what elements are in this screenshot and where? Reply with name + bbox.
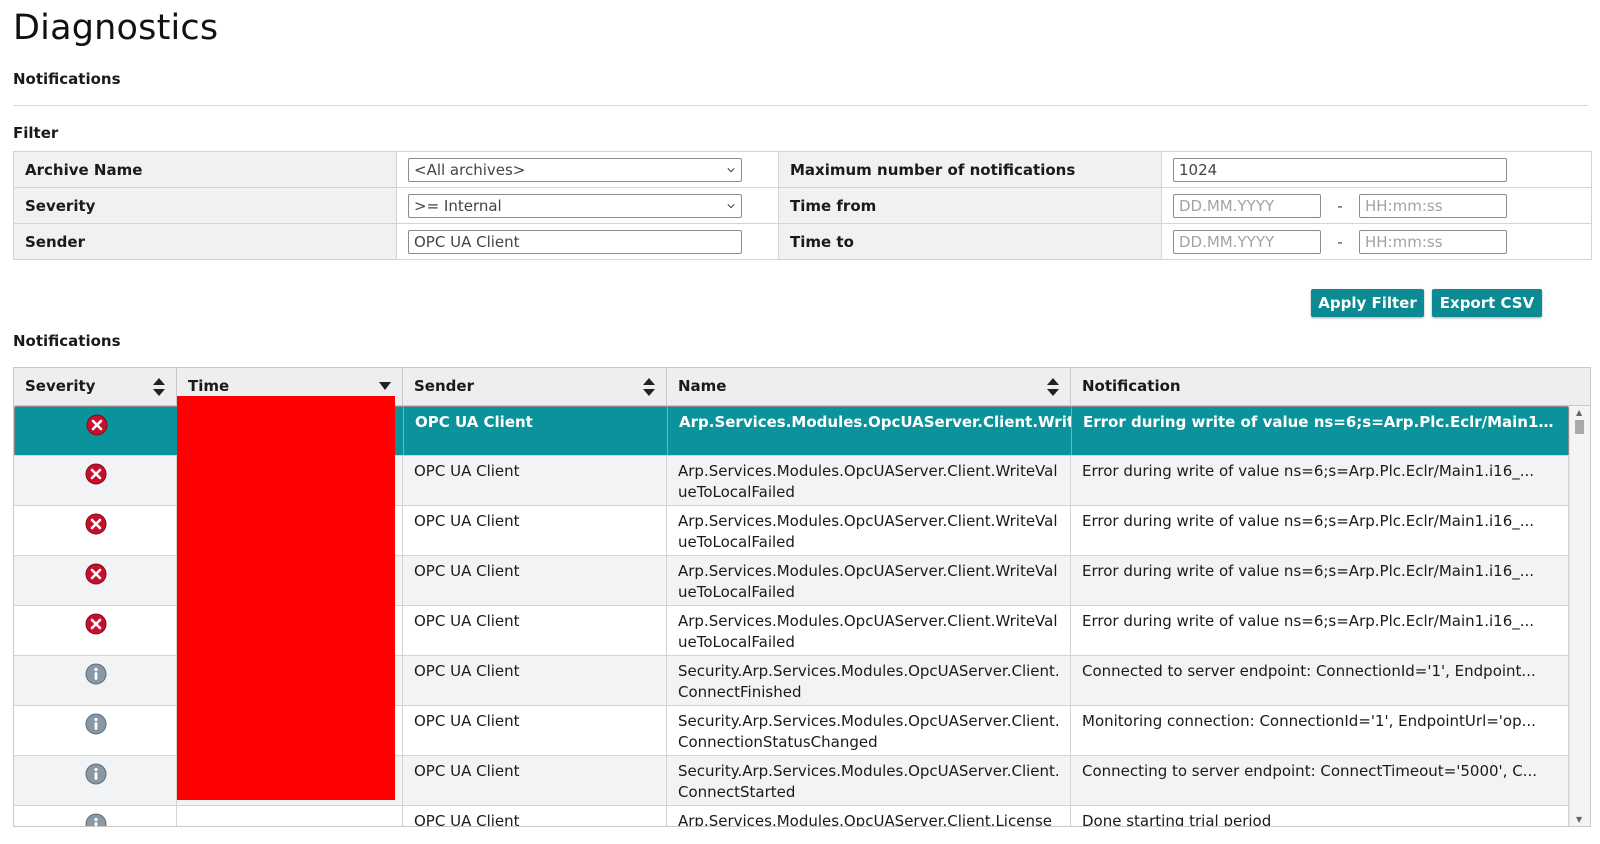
sender-cell: OPC UA Client [403,706,667,755]
notification-cell: Done starting trial period [1071,806,1569,826]
apply-filter-button[interactable]: Apply Filter [1311,289,1424,317]
column-header-label: Notification [1082,377,1181,395]
time-from-date-input[interactable]: DD.MM.YYYY [1173,193,1321,218]
notification-cell: Error during write of value ns=6;s=Arp.P… [1071,506,1569,555]
severity-label: Severity [13,187,397,224]
info-icon [85,713,107,735]
error-icon [86,414,108,436]
notification-cell: Error during write of value ns=6;s=Arp.P… [1071,456,1569,505]
max-notifications-input[interactable]: 1024 [1173,157,1507,182]
divider [13,105,1588,106]
severity-cell [14,756,177,805]
name-cell: Arp.Services.Modules.OpcUAServer.Client.… [667,456,1071,505]
time-from-label: Time from [778,187,1162,224]
scrollbar-thumb[interactable] [1575,420,1584,434]
info-icon [85,813,107,826]
range-separator: - [1337,232,1343,251]
chevron-down-icon [727,167,735,172]
time-from-time-input[interactable]: HH:mm:ss [1359,193,1507,218]
archive-name-value: <All archives> [414,160,526,179]
sender-label: Sender [13,223,397,260]
notification-cell: Error during write of value ns=6;s=Arp.P… [1071,606,1569,655]
filter-title: Filter [13,124,59,142]
name-cell: Security.Arp.Services.Modules.OpcUAServe… [667,756,1071,805]
redacted-time-column [177,396,395,800]
scroll-down-icon[interactable]: ▼ [1576,815,1582,824]
archive-name-label: Archive Name [13,151,397,188]
max-notifications-label: Maximum number of notifications [778,151,1162,188]
page-title: Diagnostics [13,8,219,48]
name-cell: Security.Arp.Services.Modules.OpcUAServe… [667,656,1071,705]
column-header-notification[interactable]: Notification [1071,368,1590,405]
sort-descending-icon [379,382,391,390]
sort-both-icon [153,378,165,396]
sender-cell: OPC UA Client [403,556,667,605]
sender-cell: OPC UA Client [403,606,667,655]
notification-cell: Monitoring connection: ConnectionId='1',… [1071,706,1569,755]
error-icon [85,563,107,585]
sender-cell: OPC UA Client [403,456,667,505]
column-header-label: Time [188,377,230,395]
time-to-time-input[interactable]: HH:mm:ss [1359,229,1507,254]
sender-cell: OPC UA Client [403,756,667,805]
notifications-table: Severity Time Sender Name Notification O… [13,367,1591,827]
column-header-severity[interactable]: Severity [14,368,177,405]
name-cell: Arp.Services.Modules.OpcUAServer.Client.… [667,506,1071,555]
severity-cell [14,456,177,505]
column-header-sender[interactable]: Sender [403,368,667,405]
info-icon [85,663,107,685]
error-icon [85,463,107,485]
severity-cell [15,407,178,455]
severity-value: >= Internal [414,196,502,215]
column-header-name[interactable]: Name [667,368,1071,405]
severity-cell [14,606,177,655]
severity-cell [14,806,177,826]
error-icon [85,513,107,535]
sender-input[interactable]: OPC UA Client [408,229,742,254]
severity-select[interactable]: >= Internal [408,193,742,218]
notification-cell: Connecting to server endpoint: ConnectTi… [1071,756,1569,805]
name-cell: Arp.Services.Modules.OpcUAServer.Client.… [668,407,1072,455]
severity-cell [14,656,177,705]
chevron-down-icon [727,203,735,208]
column-header-label: Severity [25,377,96,395]
sort-both-icon [643,378,655,396]
vertical-scrollbar[interactable]: ▲ ▼ [1569,406,1590,826]
sender-cell: OPC UA Client [403,506,667,555]
sort-both-icon [1047,378,1059,396]
name-cell: Arp.Services.Modules.OpcUAServer.Client.… [667,606,1071,655]
info-icon [85,763,107,785]
notification-cell: Error during write of value ns=6;s=Arp.P… [1072,407,1568,455]
export-csv-button[interactable]: Export CSV [1432,289,1542,317]
name-cell: Arp.Services.Modules.OpcUAServer.Client.… [667,556,1071,605]
time-to-label: Time to [778,223,1162,260]
severity-cell [14,506,177,555]
severity-cell [14,556,177,605]
name-cell: Arp.Services.Modules.OpcUAServer.Client.… [667,806,1071,826]
error-icon [85,613,107,635]
sender-cell: OPC UA Client [403,656,667,705]
column-header-label: Sender [414,377,474,395]
time-cell [177,806,403,826]
sender-cell: OPC UA Client [404,407,668,455]
page-subtitle: Notifications [13,70,121,88]
notification-cell: Error during write of value ns=6;s=Arp.P… [1071,556,1569,605]
filter-table: Archive Name <All archives> Maximum numb… [13,151,1592,260]
sender-cell: OPC UA Client [403,806,667,826]
archive-name-select[interactable]: <All archives> [408,157,742,182]
notifications-title: Notifications [13,332,121,350]
name-cell: Security.Arp.Services.Modules.OpcUAServe… [667,706,1071,755]
time-to-date-input[interactable]: DD.MM.YYYY [1173,229,1321,254]
notification-cell: Connected to server endpoint: Connection… [1071,656,1569,705]
scroll-up-icon[interactable]: ▲ [1576,408,1582,417]
range-separator: - [1337,196,1343,215]
table-row[interactable]: OPC UA Client Arp.Services.Modules.OpcUAS… [14,806,1569,826]
column-header-label: Name [678,377,727,395]
severity-cell [14,706,177,755]
